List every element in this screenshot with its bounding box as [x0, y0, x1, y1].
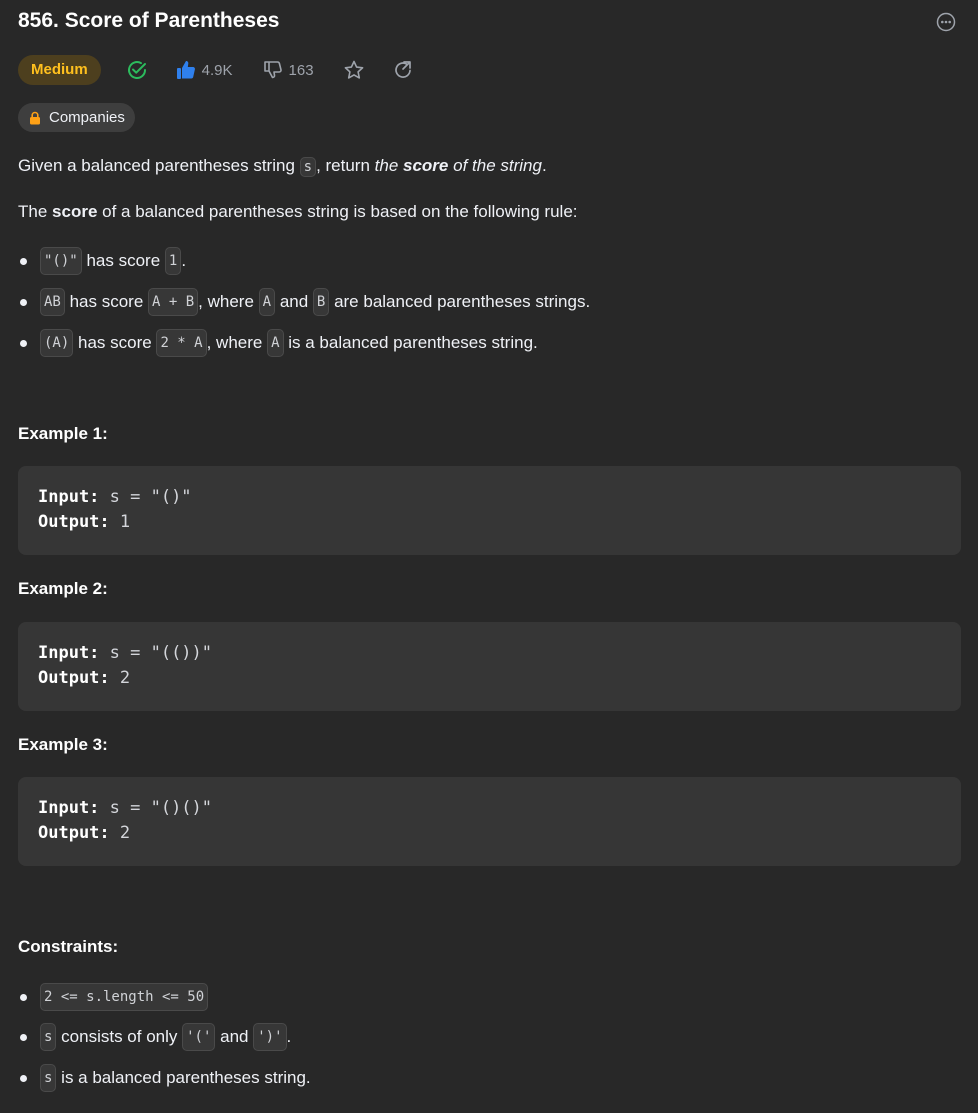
inline-code: (A) [40, 329, 74, 357]
companies-label: Companies [49, 109, 125, 126]
inline-code: 2 <= s.length <= 50 [40, 983, 209, 1011]
thumbs-up-icon [176, 60, 196, 80]
example-heading: Example 3: [18, 735, 108, 754]
intro-emphasis: the [374, 156, 404, 175]
constraint-text: is a balanced parentheses string. [56, 1068, 311, 1087]
rule-strong: score [52, 202, 98, 221]
inline-code: A [258, 288, 276, 316]
example-output: Output: 1 [38, 512, 130, 532]
intro-text: , return [316, 156, 375, 175]
inline-code: "()" [40, 247, 82, 275]
intro-text: . [541, 156, 547, 175]
rule-text: has score [64, 292, 149, 311]
difficulty-badge[interactable]: Medium [18, 55, 101, 85]
inline-code: A + B [148, 288, 199, 316]
constraint-item: s consists of only '(' and ')'. [18, 1023, 291, 1051]
rule-text: are balanced parentheses strings. [329, 292, 591, 311]
inline-code: AB [40, 288, 65, 316]
bullet-dot [20, 1074, 27, 1082]
constraint-item: s is a balanced parentheses string. [18, 1064, 311, 1092]
constraint-item: 2 <= s.length <= 50 [18, 983, 209, 1011]
rule-text: of a balanced parentheses string is base… [97, 202, 578, 221]
input-label: Input: [38, 643, 100, 663]
rule-text: , where [206, 333, 268, 352]
rule-item: (A) has score 2 * A, where A is a balanc… [18, 329, 538, 357]
bullet-dot [20, 339, 27, 347]
output-value: 2 [109, 823, 131, 843]
rule-text: and [275, 292, 313, 311]
bullet-dot [20, 1033, 27, 1041]
example-output: Output: 2 [38, 823, 130, 843]
example-block: Input: s = "()()" Output: 2 [18, 777, 961, 866]
dislike-button[interactable]: 163 [263, 60, 314, 80]
problem-meta-row: Medium 4.9K 163 [18, 55, 413, 85]
input-value: s = "()()" [99, 798, 213, 818]
inline-code: ')' [253, 1023, 287, 1051]
constraint-text: . [286, 1027, 292, 1046]
example-block: Input: s = "()" Output: 1 [18, 466, 961, 555]
rule-text: . [181, 251, 187, 270]
output-value: 1 [109, 512, 131, 532]
example-heading: Example 1: [18, 424, 108, 443]
inline-code: s [299, 157, 317, 177]
intro-text: Given a balanced parentheses string [18, 156, 300, 175]
inline-code: B [312, 288, 330, 316]
inline-code: '(' [182, 1023, 216, 1051]
rule-text: is a balanced parentheses string. [283, 333, 538, 352]
rule-text: The [18, 202, 53, 221]
example-input: Input: s = "(())" [38, 643, 212, 663]
star-icon[interactable] [343, 59, 365, 81]
example-output: Output: 2 [38, 668, 130, 688]
example-input: Input: s = "()" [38, 487, 192, 507]
input-label: Input: [38, 487, 100, 507]
rule-text: , where [198, 292, 259, 311]
rule-text: has score [73, 333, 157, 352]
inline-code: A [267, 329, 284, 357]
inline-code: s [40, 1064, 57, 1092]
intro-strong: score [403, 156, 449, 175]
rule-text: has score [81, 251, 165, 270]
rule-item: AB has score A + B, where A and B are ba… [18, 288, 590, 316]
input-value: s = "()" [99, 487, 192, 507]
more-options-icon[interactable] [936, 12, 956, 32]
share-icon[interactable] [393, 60, 413, 80]
inline-code: s [40, 1023, 57, 1051]
like-count: 4.9K [201, 61, 233, 79]
example-heading: Example 2: [18, 579, 108, 598]
input-value: s = "(())" [99, 643, 213, 663]
check-circle-icon [126, 59, 148, 81]
companies-tag[interactable]: Companies [18, 103, 135, 132]
output-value: 2 [109, 668, 131, 688]
example-input: Input: s = "()()" [38, 798, 212, 818]
bullet-dot [20, 298, 27, 306]
output-label: Output: [38, 512, 110, 532]
output-label: Output: [38, 823, 110, 843]
problem-title: 856. Score of Parentheses [18, 9, 280, 32]
rule-line: The score of a balanced parentheses stri… [18, 200, 578, 224]
bullet-dot [20, 257, 27, 265]
inline-code: 1 [164, 247, 182, 275]
lock-icon [28, 111, 42, 125]
constraints-heading: Constraints: [18, 937, 119, 956]
bullet-dot [20, 993, 27, 1001]
constraint-text: and [215, 1027, 254, 1046]
inline-code: 2 * A [156, 329, 207, 357]
example-block: Input: s = "(())" Output: 2 [18, 622, 961, 711]
input-label: Input: [38, 798, 100, 818]
output-label: Output: [38, 668, 110, 688]
intro-emphasis: of the string [448, 156, 542, 175]
problem-intro: Given a balanced parentheses string s, r… [18, 154, 547, 179]
constraint-text: consists of only [56, 1027, 183, 1046]
rule-item: "()" has score 1. [18, 247, 186, 275]
like-button[interactable]: 4.9K [176, 60, 233, 80]
thumbs-down-icon [263, 60, 283, 80]
dislike-count: 163 [288, 61, 314, 79]
